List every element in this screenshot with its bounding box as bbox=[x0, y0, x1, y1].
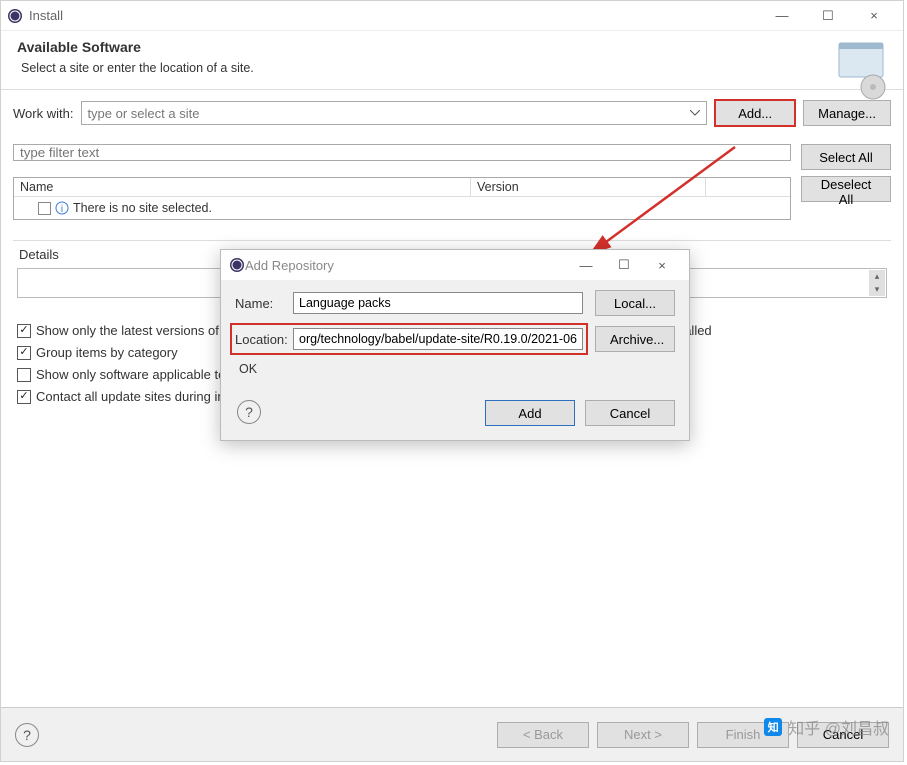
column-version[interactable]: Version bbox=[470, 178, 705, 197]
tree-empty-row: i There is no site selected. bbox=[14, 197, 790, 219]
install-graphic-icon bbox=[829, 37, 893, 101]
modal-add-button[interactable]: Add bbox=[485, 400, 575, 426]
window-title: Install bbox=[29, 8, 759, 23]
select-all-button[interactable]: Select All bbox=[801, 144, 891, 170]
chk-group-label: Group items by category bbox=[36, 345, 178, 360]
archive-button[interactable]: Archive... bbox=[595, 326, 675, 352]
filter-input[interactable] bbox=[13, 144, 791, 161]
page-title: Available Software bbox=[17, 39, 887, 55]
local-button[interactable]: Local... bbox=[595, 290, 675, 316]
modal-title: Add Repository bbox=[245, 258, 567, 273]
watermark: 知 知乎 @刘昌叔 bbox=[764, 715, 889, 739]
chevron-down-icon[interactable] bbox=[687, 104, 703, 122]
column-spacer bbox=[705, 178, 790, 197]
scroll-down-icon[interactable]: ▾ bbox=[869, 283, 885, 296]
add-button[interactable]: Add... bbox=[715, 100, 795, 126]
location-label: Location: bbox=[235, 332, 293, 347]
chk-latest[interactable] bbox=[17, 324, 31, 338]
eclipse-icon bbox=[229, 257, 245, 273]
modal-status: OK bbox=[239, 362, 675, 376]
back-button[interactable]: < Back bbox=[497, 722, 589, 748]
close-button[interactable]: × bbox=[851, 1, 897, 31]
modal-cancel-button[interactable]: Cancel bbox=[585, 400, 675, 426]
chk-contact[interactable] bbox=[17, 390, 31, 404]
header-band: Available Software Select a site or ente… bbox=[1, 31, 903, 90]
manage-button[interactable]: Manage... bbox=[803, 100, 891, 126]
deselect-all-button[interactable]: Deselect All bbox=[801, 176, 891, 202]
install-window: Install — ☐ × Available Software Select … bbox=[0, 0, 904, 762]
modal-maximize-button[interactable]: ☐ bbox=[605, 250, 643, 280]
modal-minimize-button[interactable]: — bbox=[567, 250, 605, 280]
page-subtitle: Select a site or enter the location of a… bbox=[21, 61, 887, 75]
minimize-button[interactable]: — bbox=[759, 1, 805, 31]
name-input[interactable] bbox=[293, 292, 583, 314]
work-with-row: Work with: type or select a site Add... … bbox=[13, 100, 891, 126]
tree-message: There is no site selected. bbox=[73, 201, 212, 215]
svg-text:i: i bbox=[61, 204, 63, 215]
modal-close-button[interactable]: × bbox=[643, 250, 681, 280]
title-bar: Install — ☐ × bbox=[1, 1, 903, 31]
next-button[interactable]: Next > bbox=[597, 722, 689, 748]
work-with-label: Work with: bbox=[13, 106, 73, 121]
work-with-placeholder: type or select a site bbox=[87, 106, 199, 121]
column-name[interactable]: Name bbox=[14, 178, 470, 197]
chk-group[interactable] bbox=[17, 346, 31, 360]
modal-help-icon[interactable]: ? bbox=[237, 400, 261, 424]
maximize-button[interactable]: ☐ bbox=[805, 1, 851, 31]
location-input[interactable] bbox=[293, 328, 583, 350]
scroll-up-icon[interactable]: ▴ bbox=[869, 270, 885, 283]
software-tree[interactable]: Name Version i There is no site selected… bbox=[13, 177, 791, 220]
name-label: Name: bbox=[235, 296, 293, 311]
info-icon: i bbox=[55, 201, 69, 215]
add-repository-dialog: Add Repository — ☐ × Name: Local... Loca… bbox=[220, 249, 690, 441]
zhihu-icon: 知 bbox=[764, 718, 782, 736]
modal-title-bar: Add Repository — ☐ × bbox=[221, 250, 689, 280]
chk-applicable[interactable] bbox=[17, 368, 31, 382]
separator bbox=[13, 240, 891, 241]
watermark-text: 知乎 @刘昌叔 bbox=[788, 715, 889, 739]
help-icon[interactable]: ? bbox=[15, 723, 39, 747]
eclipse-icon bbox=[7, 8, 23, 24]
work-with-combo[interactable]: type or select a site bbox=[81, 101, 707, 125]
row-checkbox[interactable] bbox=[38, 202, 51, 215]
